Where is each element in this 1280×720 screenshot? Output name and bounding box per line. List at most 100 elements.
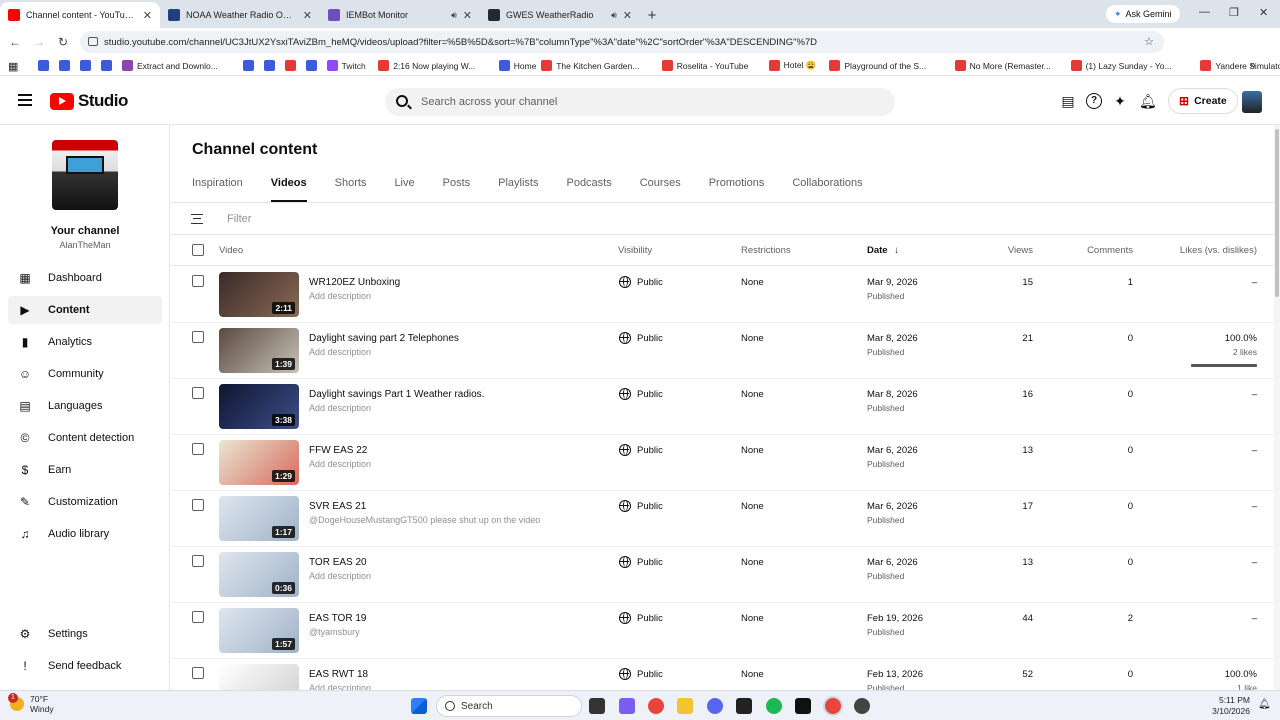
row-checkbox[interactable] [192, 611, 204, 623]
row-checkbox[interactable] [192, 499, 204, 511]
bookmark-item[interactable] [284, 60, 296, 71]
row-checkbox[interactable] [192, 443, 204, 455]
video-title[interactable]: Daylight saving part 2 Telephones [309, 333, 459, 344]
reload-icon[interactable]: ↻ [51, 35, 75, 49]
bookmark-item[interactable] [242, 60, 254, 71]
bookmark-item[interactable]: Extract and Downlo... [122, 60, 218, 71]
bookmark-item[interactable]: Playground of the S... [829, 60, 926, 71]
tab-live[interactable]: Live [380, 177, 428, 203]
tab-courses[interactable]: Courses [626, 177, 695, 203]
sidebar-item-dashboard[interactable]: ▦ Dashboard [8, 264, 162, 292]
row-checkbox[interactable] [192, 331, 204, 343]
discord-icon[interactable] [707, 698, 723, 714]
sidebar-item-settings[interactable]: ⚙ Settings [8, 620, 162, 648]
minimize-icon[interactable]: — [1199, 6, 1210, 18]
notifications-icon[interactable]: 🔔︎ [1258, 699, 1271, 711]
sidebar-item-send-feedback[interactable]: ! Send feedback [8, 652, 162, 680]
bookmark-item[interactable]: Hotel 😩 [768, 60, 816, 71]
visibility-value[interactable]: Public [637, 557, 663, 568]
tab-audio-icon[interactable]: 🔊︎ [611, 10, 617, 21]
sidebar-item-customization[interactable]: ✎ Customization [8, 488, 162, 516]
visibility-value[interactable]: Public [637, 389, 663, 400]
browser-tab[interactable]: NOAA Weather Radio Online: L ✕ [160, 2, 320, 28]
row-checkbox[interactable] [192, 555, 204, 567]
tab-close-icon[interactable]: ✕ [463, 9, 472, 22]
video-title[interactable]: Daylight savings Part 1 Weather radios. [309, 389, 484, 400]
tab-promotions[interactable]: Promotions [695, 177, 779, 203]
video-title[interactable]: FFW EAS 22 [309, 445, 367, 456]
row-checkbox[interactable] [192, 387, 204, 399]
video-thumbnail[interactable]: 1:29 [219, 440, 299, 485]
create-button[interactable]: ⊞ Create [1168, 88, 1238, 114]
video-title[interactable]: SVR EAS 21 [309, 501, 366, 512]
tab-inspiration[interactable]: Inspiration [192, 177, 257, 203]
weather-widget[interactable]: 1 70°F Windy [8, 693, 54, 714]
terminal-icon[interactable] [736, 698, 752, 714]
tab-close-icon[interactable]: ✕ [623, 9, 632, 22]
visibility-value[interactable]: Public [637, 333, 663, 344]
sparkle-icon[interactable]: ✦ [1112, 93, 1128, 109]
task-view-icon[interactable] [589, 698, 605, 714]
account-avatar[interactable] [1242, 91, 1262, 113]
bookmark-item[interactable]: Yandere Simulator -... [1200, 60, 1280, 71]
video-thumbnail[interactable]: 3:38 [219, 384, 299, 429]
row-checkbox[interactable] [192, 275, 204, 287]
capcut-icon[interactable] [795, 698, 811, 714]
select-all-checkbox[interactable] [192, 244, 204, 256]
tab-posts[interactable]: Posts [429, 177, 485, 203]
sidebar-item-earn[interactable]: $ Earn [8, 456, 162, 484]
messages-icon[interactable]: ▤ [1060, 93, 1076, 109]
video-title[interactable]: EAS RWT 18 [309, 669, 368, 680]
video-title[interactable]: EAS TOR 19 [309, 613, 366, 624]
bookmark-item[interactable]: Roselita - YouTube [661, 60, 748, 71]
site-info-icon[interactable] [88, 37, 98, 46]
row-checkbox[interactable] [192, 667, 204, 679]
notifications-bell-icon[interactable]: 🔔︎ [1139, 93, 1157, 109]
bookmark-item[interactable]: No More (Remaster... [954, 60, 1051, 71]
file-explorer-icon[interactable] [677, 698, 693, 714]
studio-logo[interactable]: Studio [50, 91, 128, 111]
tab-close-icon[interactable]: ✕ [303, 9, 312, 22]
close-window-icon[interactable]: ✕ [1259, 6, 1268, 19]
chrome-taskbar-icon[interactable] [648, 698, 664, 714]
help-icon[interactable]: ? [1086, 93, 1102, 109]
table-row[interactable]: 2:11 WR120EZ Unboxing Add description Publi… [171, 267, 1280, 323]
bookmark-item[interactable]: Home [498, 60, 536, 71]
bookmark-item[interactable] [38, 60, 49, 71]
table-row[interactable]: 3:38 Daylight savings Part 1 Weather radi… [171, 379, 1280, 435]
bookmark-item[interactable]: Twitch [326, 60, 366, 71]
browser-tab[interactable]: IEMBot Monitor 🔊︎ ✕ [320, 2, 480, 28]
tab-shorts[interactable]: Shorts [321, 177, 381, 203]
sidebar-item-languages[interactable]: ▤ Languages [8, 392, 162, 420]
bookmark-item[interactable]: The Kitchen Garden... [541, 60, 639, 71]
video-thumbnail[interactable]: 1:57 [219, 608, 299, 653]
filter-bar[interactable]: Filter [171, 203, 1280, 235]
scrollbar-thumb[interactable] [1275, 129, 1279, 297]
back-icon[interactable]: ← [3, 35, 27, 49]
table-row[interactable]: 1:57 EAS TOR 19 @tyamsbury Public None Feb 19… [171, 603, 1280, 659]
sidebar-item-content[interactable]: ▶ Content [8, 296, 162, 324]
copilot-icon[interactable] [619, 698, 635, 714]
video-thumbnail[interactable]: 1:17 [219, 496, 299, 541]
bookmark-item[interactable]: (1) Lazy Sunday - Yo... [1070, 60, 1172, 71]
bookmark-item[interactable] [305, 60, 317, 71]
video-thumbnail[interactable]: 2:11 [219, 272, 299, 317]
menu-icon[interactable] [18, 94, 32, 106]
content-scrollbar[interactable] [1274, 125, 1280, 690]
tab-playlists[interactable]: Playlists [484, 177, 552, 203]
obs-icon[interactable] [854, 698, 870, 714]
column-visibility[interactable]: Visibility [618, 245, 652, 256]
browser-tab[interactable]: Channel content - YouTube Studio ✕ [0, 2, 160, 28]
browser-tab[interactable]: GWES WeatherRadio 🔊︎ ✕ [480, 2, 640, 28]
start-button-icon[interactable] [411, 698, 427, 714]
bookmark-item[interactable] [101, 60, 112, 71]
bookmark-item[interactable]: 2:16 Now playing W... [378, 60, 475, 71]
sidebar-item-audio-library[interactable]: ♫ Audio library [8, 520, 162, 548]
bookmark-star-icon[interactable]: ☆ [1144, 35, 1154, 48]
address-bar[interactable]: studio.youtube.com/channel/UC3JtUX2YsxiT… [80, 31, 1164, 53]
video-thumbnail[interactable]: 1:39 [219, 328, 299, 373]
video-title[interactable]: WR120EZ Unboxing [309, 277, 400, 288]
taskbar-search[interactable]: Search [436, 695, 582, 717]
video-thumbnail[interactable]: 0:36 [219, 552, 299, 597]
table-row[interactable]: 0:36 TOR EAS 20 Add description Public None M… [171, 547, 1280, 603]
